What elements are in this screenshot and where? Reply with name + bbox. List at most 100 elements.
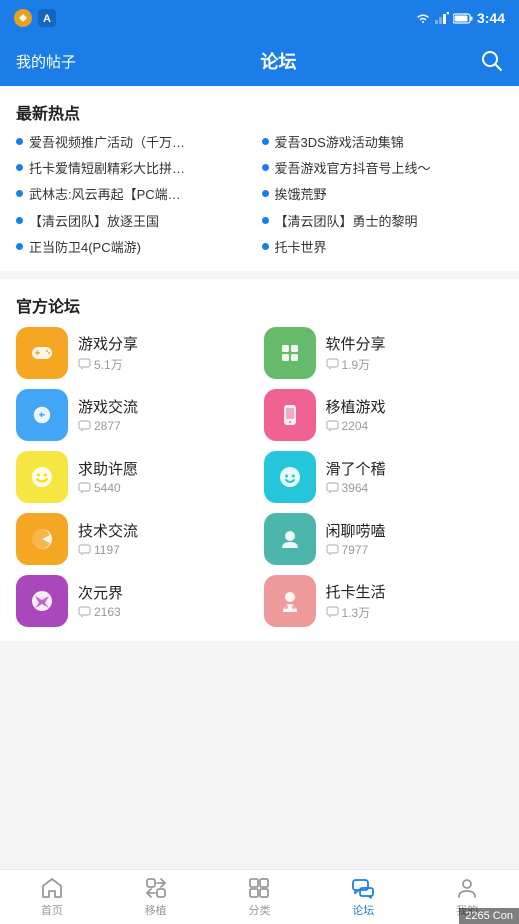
forum-item[interactable]: 滑了个稽 3964 — [264, 451, 504, 503]
forum-name: 闲聊唠嗑 — [326, 520, 504, 541]
forum-item[interactable]: 移植游戏 2204 — [264, 389, 504, 441]
nav-home-icon — [40, 876, 64, 900]
hot-section: 最新热点 爱吾视频推广活动（千万…爱吾3DS游戏活动集锦托卡爱情短剧精彩大比拼…… — [0, 86, 519, 271]
hot-item[interactable]: 挨饿荒野 — [262, 186, 504, 204]
hot-dot — [262, 138, 269, 145]
forum-info: 次元界 2163 — [78, 582, 256, 619]
status-bar: A 3:44 — [0, 0, 519, 36]
my-posts-button[interactable]: 我的帖子 — [16, 51, 76, 72]
watermark: 2265 Con — [459, 908, 519, 924]
forum-count: 1.9万 — [326, 356, 504, 373]
nav-item-论坛[interactable]: 论坛 — [311, 876, 415, 918]
nav-category-icon — [247, 876, 271, 900]
hot-item[interactable]: 托卡爱情短剧精彩大比拼… — [16, 160, 258, 178]
forum-item[interactable]: 求助许愿 5440 — [16, 451, 256, 503]
hot-dot — [16, 190, 23, 197]
nav-item-移植[interactable]: 移植 — [104, 876, 208, 918]
forum-icon — [16, 513, 68, 565]
forum-icon — [16, 451, 68, 503]
hot-item[interactable]: 【清云团队】放逐王国 — [16, 213, 258, 231]
battery-icon — [453, 13, 473, 24]
comment-count-icon — [326, 358, 339, 370]
hot-item[interactable]: 正当防卫4(PC端游) — [16, 239, 258, 257]
app-icon-1 — [14, 9, 32, 27]
nav-item-首页[interactable]: 首页 — [0, 876, 104, 918]
search-button[interactable] — [481, 50, 503, 72]
comment-count-icon — [78, 482, 91, 494]
hot-dot — [16, 138, 23, 145]
hot-item[interactable]: 爱吾游戏官方抖音号上线～ — [262, 160, 504, 178]
hot-dot — [16, 243, 23, 250]
hot-dot — [262, 164, 269, 171]
nav-item-分类[interactable]: 分类 — [208, 876, 312, 918]
forum-count: 1.3万 — [326, 604, 504, 621]
forum-count: 5440 — [78, 481, 256, 495]
wifi-icon — [415, 11, 431, 25]
forum-name: 移植游戏 — [326, 396, 504, 417]
status-left-icons: A — [14, 9, 56, 27]
nav-forum-icon — [351, 876, 375, 900]
comment-count-icon — [78, 420, 91, 432]
nav-label: 论坛 — [352, 902, 374, 918]
forum-name: 求助许愿 — [78, 458, 256, 479]
status-right-icons: 3:44 — [415, 10, 505, 26]
hot-dot — [16, 217, 23, 224]
forum-count: 1197 — [78, 543, 256, 557]
bottom-nav: 首页 移植 分类 论坛 我的 — [0, 869, 519, 924]
forum-name: 技术交流 — [78, 520, 256, 541]
forum-name: 滑了个稽 — [326, 458, 504, 479]
hot-section-title: 最新热点 — [16, 100, 503, 124]
forum-count: 2204 — [326, 419, 504, 433]
header: 我的帖子 论坛 — [0, 36, 519, 86]
comment-count-icon — [78, 358, 91, 370]
nav-label: 移植 — [145, 902, 167, 918]
hot-dot — [262, 190, 269, 197]
hot-item[interactable]: 爱吾视频推广活动（千万… — [16, 134, 258, 152]
forum-info: 滑了个稽 3964 — [326, 458, 504, 495]
forum-name: 次元界 — [78, 582, 256, 603]
forum-item[interactable]: 游戏分享 5.1万 — [16, 327, 256, 379]
nav-transfer-icon — [144, 876, 168, 900]
app-icon-2: A — [38, 9, 56, 27]
time-display: 3:44 — [477, 10, 505, 26]
forum-info: 闲聊唠嗑 7977 — [326, 520, 504, 557]
forum-name: 托卡生活 — [326, 581, 504, 602]
hot-item[interactable]: 武林志:风云再起【PC端… — [16, 186, 258, 204]
forum-info: 游戏交流 2877 — [78, 396, 256, 433]
forum-section: 官方论坛 游戏分享 5.1万 软件分享 — [0, 279, 519, 641]
main-content: 最新热点 爱吾视频推广活动（千万…爱吾3DS游戏活动集锦托卡爱情短剧精彩大比拼…… — [0, 86, 519, 869]
forum-item[interactable]: 技术交流 1197 — [16, 513, 256, 565]
forum-info: 求助许愿 5440 — [78, 458, 256, 495]
search-icon — [481, 50, 503, 72]
hot-item[interactable]: 爱吾3DS游戏活动集锦 — [262, 134, 504, 152]
comment-count-icon — [78, 606, 91, 618]
forum-icon — [264, 327, 316, 379]
signal-icon — [435, 12, 449, 24]
forum-item[interactable]: 托卡生活 1.3万 — [264, 575, 504, 627]
forum-info: 技术交流 1197 — [78, 520, 256, 557]
nav-label: 分类 — [248, 902, 270, 918]
hot-item[interactable]: 托卡世界 — [262, 239, 504, 257]
forum-info: 移植游戏 2204 — [326, 396, 504, 433]
forum-icon — [264, 389, 316, 441]
hot-item[interactable]: 【清云团队】勇士的黎明 — [262, 213, 504, 231]
forum-icon — [264, 513, 316, 565]
nav-profile-icon — [455, 876, 479, 900]
forum-count: 5.1万 — [78, 356, 256, 373]
forum-info: 软件分享 1.9万 — [326, 333, 504, 373]
forum-icon — [264, 575, 316, 627]
forum-name: 软件分享 — [326, 333, 504, 354]
forum-item[interactable]: 软件分享 1.9万 — [264, 327, 504, 379]
forum-grid: 游戏分享 5.1万 软件分享 1.9万 — [16, 327, 503, 627]
forum-count: 2163 — [78, 605, 256, 619]
forum-name: 游戏交流 — [78, 396, 256, 417]
forum-item[interactable]: 游戏交流 2877 — [16, 389, 256, 441]
page-title: 论坛 — [261, 48, 297, 74]
forum-count: 7977 — [326, 543, 504, 557]
nav-label: 首页 — [41, 902, 63, 918]
forum-item[interactable]: 次元界 2163 — [16, 575, 256, 627]
forum-item[interactable]: 闲聊唠嗑 7977 — [264, 513, 504, 565]
hot-dot — [262, 243, 269, 250]
comment-count-icon — [326, 606, 339, 618]
forum-name: 游戏分享 — [78, 333, 256, 354]
